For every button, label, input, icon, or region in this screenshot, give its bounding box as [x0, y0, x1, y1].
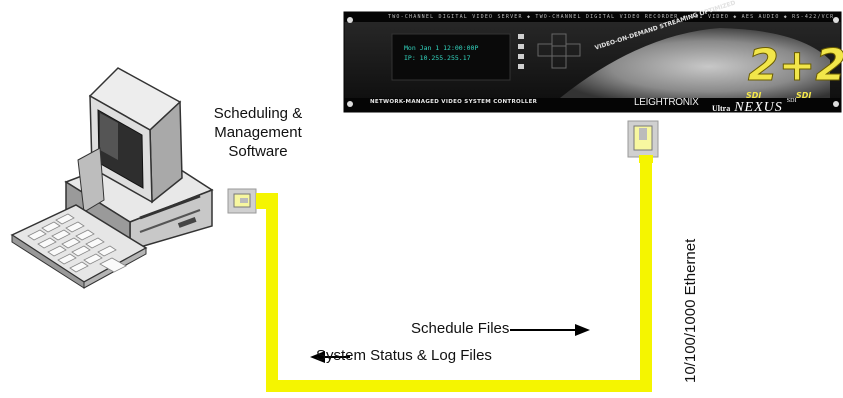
software-label-line-3: Software — [228, 143, 288, 160]
badge-right-sdi: SDI — [796, 91, 812, 100]
rack-screw-icon — [347, 101, 353, 107]
display-line-1: Mon Jan 1 12:00:00P — [404, 44, 479, 52]
software-label-line-1: Scheduling & — [213, 105, 303, 122]
model-name: NEXUS — [734, 100, 783, 115]
rack-screw-icon — [833, 101, 839, 107]
model-prefix: Ultra — [712, 104, 731, 113]
schedule-files-label: Schedule Files — [411, 320, 510, 337]
software-label-line-2: Management — [214, 124, 302, 141]
software-label: Scheduling & Management Software — [196, 104, 320, 161]
sdi-badge: 2+2 — [748, 40, 843, 92]
model-logo: Ultra NEXUS SDI — [712, 98, 796, 116]
display-line-2: IP: 10.255.255.17 — [404, 54, 471, 62]
brand-logo: LEIGHTRONIX — [634, 97, 699, 108]
model-suffix: SDI — [786, 98, 797, 104]
rack-screw-icon — [347, 17, 353, 23]
device-feature-banner: TWO-CHANNEL DIGITAL VIDEO SERVER ◆ TWO-C… — [388, 14, 838, 20]
device-subtitle: NETWORK-MANAGED VIDEO SYSTEM CONTROLLER — [370, 99, 538, 105]
svg-text:2+2: 2+2 — [748, 40, 843, 91]
status-log-files-label: System Status & Log Files — [316, 347, 492, 364]
ethernet-label: 10/100/1000 Ethernet — [682, 238, 699, 383]
